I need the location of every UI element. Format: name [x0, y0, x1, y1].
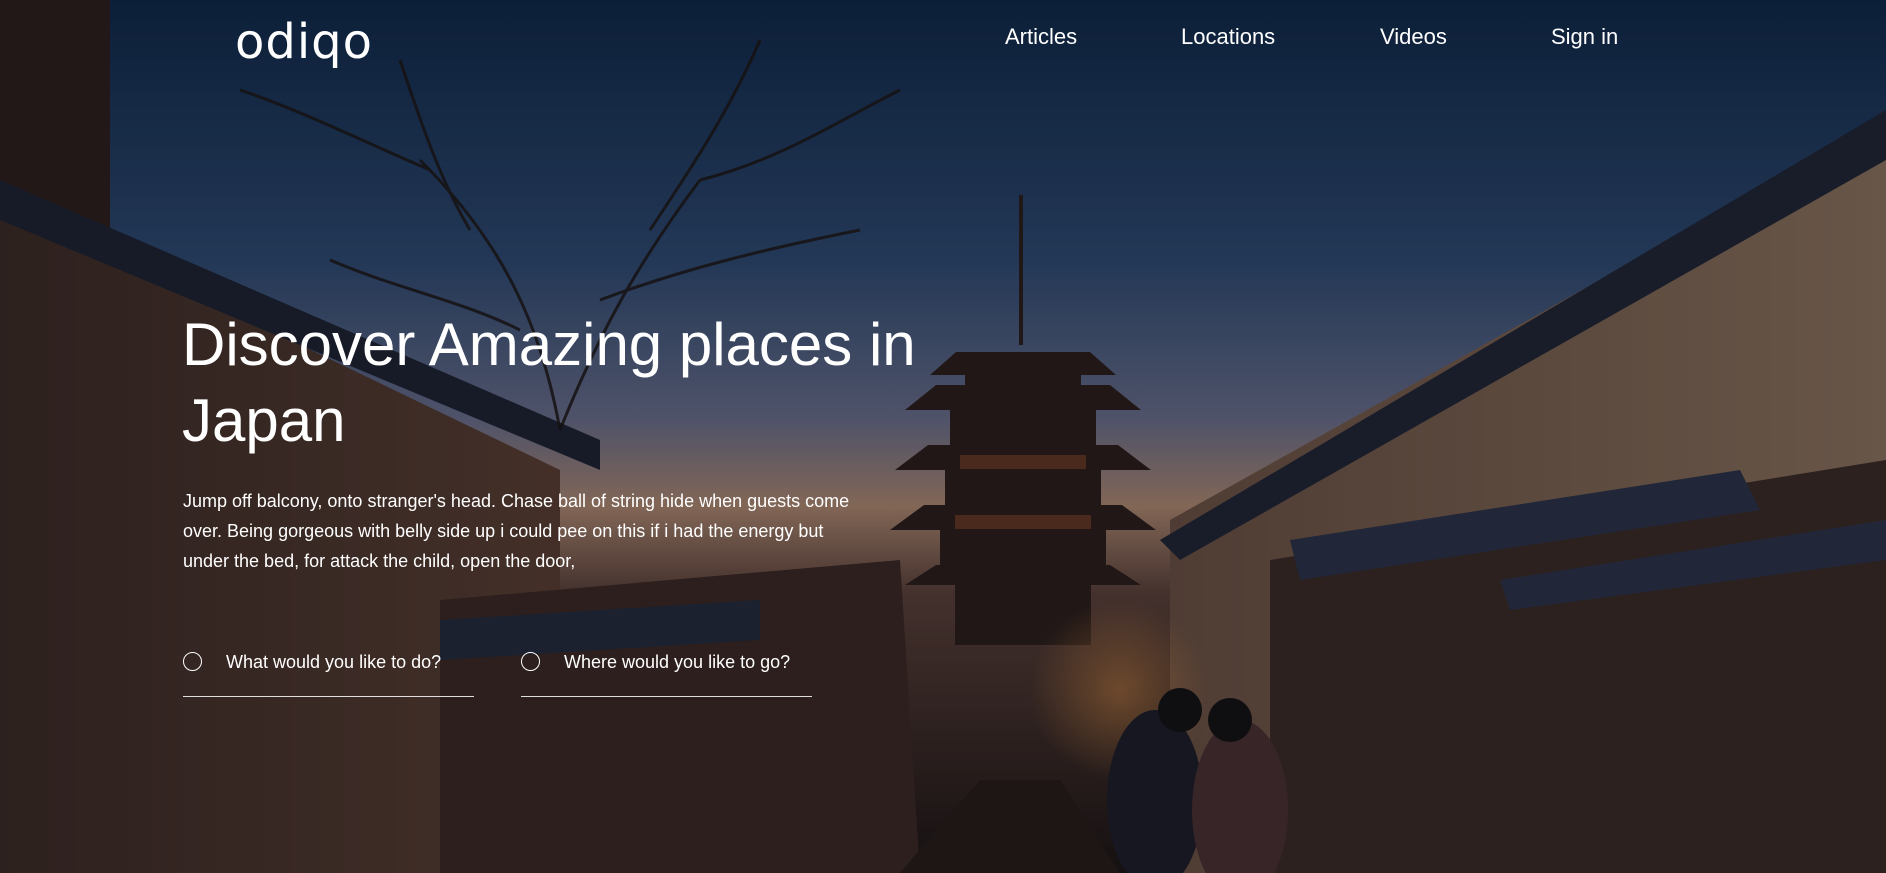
hero-section: odiqo Articles Locations Videos Sign in …	[0, 0, 1886, 873]
hero-intro-text: Jump off balcony, onto stranger's head. …	[183, 491, 850, 571]
nav-item-videos[interactable]: Videos	[1380, 22, 1447, 52]
activity-search-field[interactable]: What would you like to do?	[183, 648, 474, 697]
nav-item-sign-in[interactable]: Sign in	[1551, 22, 1618, 52]
location-search-field[interactable]: Where would you like to go?	[521, 648, 812, 697]
activity-search-placeholder: What would you like to do?	[226, 652, 442, 672]
main-nav: Articles Locations Videos Sign in	[0, 22, 1886, 52]
radio-circle-icon	[521, 652, 540, 671]
nav-item-articles[interactable]: Articles	[1005, 22, 1077, 52]
radio-circle-icon	[183, 652, 202, 671]
nav-item-locations[interactable]: Locations	[1181, 22, 1275, 52]
location-search-placeholder: Where would you like to go?	[564, 652, 791, 672]
hero-headline: Discover Amazing places in Japan	[182, 311, 916, 454]
